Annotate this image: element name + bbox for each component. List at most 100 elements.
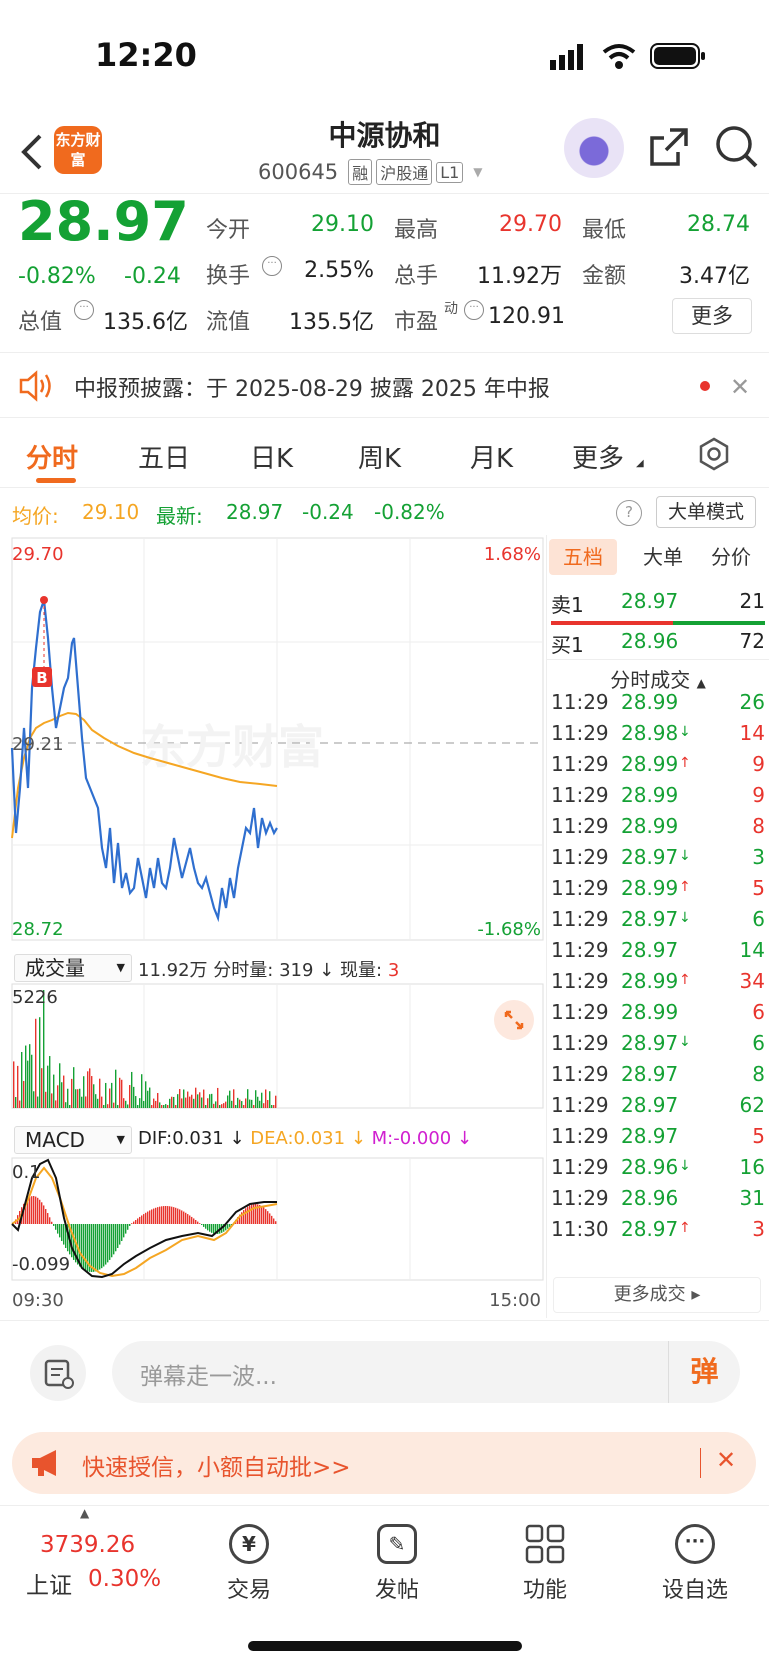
- tab-monthly[interactable]: 月K: [470, 438, 513, 475]
- tab-5day[interactable]: 五日: [138, 438, 190, 475]
- volume-bar: [63, 1075, 65, 1108]
- tab-trade[interactable]: ¥ 交易: [194, 1516, 304, 1604]
- macd-bar: [117, 1224, 119, 1248]
- volume-value: 11.92万: [477, 264, 562, 289]
- more-button[interactable]: 更多: [672, 298, 752, 334]
- macd-bar: [167, 1206, 169, 1224]
- promo-banner[interactable]: 快速授信，小额自动批>> ✕: [12, 1432, 756, 1494]
- tick-row: 11:29 28.99 26: [551, 690, 765, 722]
- macd-bar: [245, 1208, 247, 1224]
- grid-icon: [525, 1524, 565, 1564]
- buy1-label: 买1: [551, 633, 584, 657]
- macd-bar: [265, 1209, 267, 1224]
- tick-volume: 6: [752, 1031, 765, 1055]
- macd-bar: [165, 1206, 167, 1224]
- volume-bar: [217, 1087, 219, 1108]
- right-tab-price-dist[interactable]: 分价: [701, 539, 761, 575]
- tick-time: 11:29: [551, 752, 609, 776]
- macd-bar: [141, 1215, 143, 1224]
- notice-bar[interactable]: 中报预披露：于 2025-08-29 披露 2025 年中报 ✕: [0, 352, 769, 418]
- macd-bar: [119, 1224, 121, 1245]
- volume-bar: [269, 1091, 271, 1108]
- tick-price: 28.96: [621, 1186, 679, 1210]
- sell1-price: 28.97: [621, 589, 679, 613]
- pe-label: 市盈: [394, 310, 439, 335]
- battery-icon: [650, 42, 706, 70]
- stock-meta[interactable]: 600645 融 沪股通 L1 ▼: [258, 158, 483, 186]
- volume-selector[interactable]: 成交量 ▼: [14, 954, 132, 982]
- tab-watchlist[interactable]: ··· 设自选: [640, 1516, 750, 1604]
- tick-price: 28.97: [621, 1031, 679, 1055]
- macd-bar: [191, 1216, 193, 1224]
- danmaku-button[interactable]: 弹: [668, 1341, 740, 1403]
- volume-bar: [243, 1105, 245, 1108]
- right-tab-big-order[interactable]: 大单: [633, 539, 693, 575]
- macd-bar: [29, 1197, 31, 1224]
- volume-bar: [185, 1097, 187, 1108]
- tab-functions[interactable]: 功能: [490, 1516, 600, 1604]
- tab-daily[interactable]: 日K: [250, 438, 293, 475]
- macd-m: M:-0.000: [371, 1128, 452, 1149]
- volume-selector-label: 成交量: [25, 956, 85, 980]
- tick-row: 11:29 28.97 14: [551, 938, 765, 970]
- close-icon[interactable]: ✕: [716, 1446, 736, 1474]
- macd-bar: [111, 1224, 113, 1258]
- volume-bar: [95, 1094, 97, 1108]
- comment-input[interactable]: 弹幕走一波... 弹: [112, 1341, 740, 1403]
- index-value[interactable]: 3739.26: [40, 1532, 135, 1558]
- info-icon[interactable]: ···: [464, 300, 484, 320]
- macd-bar: [107, 1224, 109, 1263]
- change-amt: -0.24: [124, 264, 181, 289]
- tick-price: 28.98: [621, 721, 679, 745]
- tick-volume: 34: [739, 969, 765, 993]
- search-icon[interactable]: [714, 124, 760, 170]
- macd-bar: [175, 1207, 177, 1224]
- settings-icon[interactable]: [696, 436, 732, 472]
- tab-watchlist-label: 设自选: [661, 1578, 728, 1603]
- volume-bar: [271, 1105, 273, 1108]
- volume-bar: [223, 1103, 225, 1108]
- macd-bar: [179, 1209, 181, 1224]
- volume-bar: [49, 1056, 51, 1108]
- note-icon[interactable]: [30, 1345, 86, 1401]
- volume-bar: [87, 1071, 89, 1108]
- turnover-value: 2.55%: [304, 258, 374, 283]
- tab-intraday[interactable]: 分时: [26, 438, 78, 475]
- volume-bar: [147, 1090, 149, 1108]
- macd-bar: [131, 1223, 133, 1224]
- volume-bar: [151, 1105, 153, 1108]
- help-icon[interactable]: ?: [616, 500, 642, 526]
- share-icon[interactable]: [648, 126, 690, 168]
- robot-avatar-icon[interactable]: [564, 118, 624, 178]
- macd-bar: [43, 1205, 45, 1224]
- macd-bar: [193, 1218, 195, 1224]
- tick-volume: 9: [752, 752, 765, 776]
- volume-bar: [177, 1094, 179, 1108]
- macd-selector[interactable]: MACD ▼: [14, 1126, 132, 1154]
- tick-time: 11:30: [551, 1217, 609, 1241]
- tick-arrow: ↓: [679, 1158, 691, 1174]
- volume-bar: [77, 1089, 79, 1108]
- tick-time: 11:29: [551, 1155, 609, 1179]
- big-order-button[interactable]: 大单模式: [656, 496, 756, 528]
- macd-bar: [53, 1224, 55, 1226]
- tab-weekly[interactable]: 周K: [358, 438, 401, 475]
- watermark: 东方财富: [140, 720, 324, 774]
- tab-post[interactable]: ✎ 发帖: [342, 1516, 452, 1604]
- turnover-label: 换手: [206, 264, 251, 289]
- volume-bar: [245, 1098, 247, 1108]
- ticks-header[interactable]: 分时成交 ▲: [547, 659, 769, 693]
- macd-bar: [115, 1224, 117, 1252]
- right-tab-five-level[interactable]: 五档: [549, 539, 617, 575]
- tab-post-label: 发帖: [374, 1578, 419, 1603]
- volume-bar: [85, 1096, 87, 1108]
- close-icon[interactable]: ✕: [730, 373, 750, 401]
- tick-price: 28.99: [621, 752, 679, 776]
- tick-volume: 14: [739, 721, 765, 745]
- tick-volume: 16: [739, 1155, 765, 1179]
- more-ticks-button[interactable]: 更多成交 ▸: [553, 1277, 761, 1313]
- tick-price: 28.96: [621, 1155, 679, 1179]
- tab-more[interactable]: 更多: [572, 438, 624, 475]
- expand-icon[interactable]: [494, 1000, 534, 1040]
- macd-bar: [149, 1210, 151, 1224]
